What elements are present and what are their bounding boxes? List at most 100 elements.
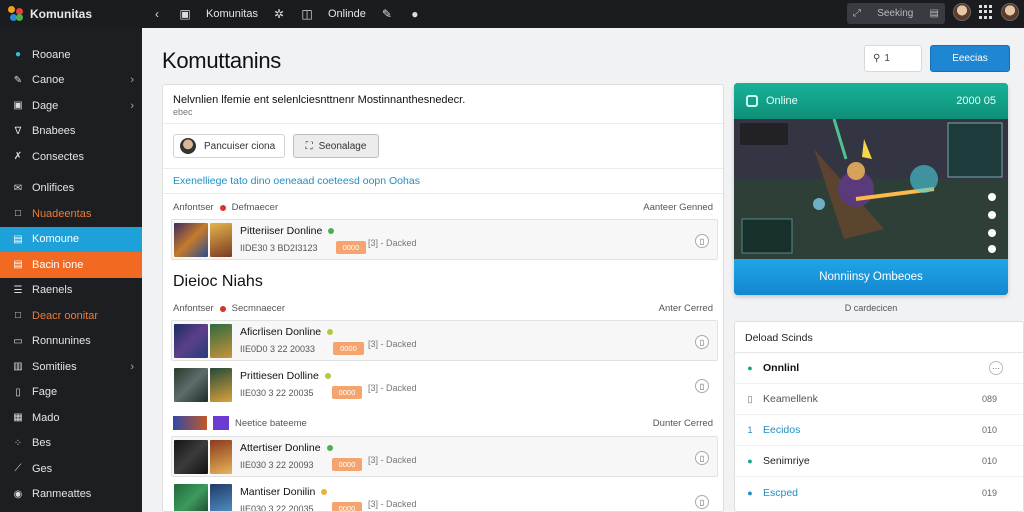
row-stat: [3] - Dacked bbox=[368, 455, 417, 465]
profile-avatar[interactable] bbox=[1001, 3, 1019, 21]
grid-icon: ▦ bbox=[13, 412, 23, 424]
pin-icon: ● bbox=[747, 487, 753, 498]
sidebar-item-deacr-oonitar[interactable]: □ Deacr oonitar bbox=[0, 303, 142, 329]
user-chip[interactable]: Pancuiser ciona bbox=[173, 134, 285, 158]
more-icon[interactable]: ⋯ bbox=[989, 361, 1003, 375]
game-thumbnail bbox=[210, 483, 232, 511]
cards-icon: ▥ bbox=[13, 361, 23, 373]
info-icon[interactable]: ● bbox=[408, 7, 422, 21]
stream-caption: D cardecicen bbox=[844, 303, 898, 313]
list-item[interactable]: ● Escped 019 bbox=[735, 477, 1023, 508]
sidebar-item-canoe[interactable]: ✎ Canoe › bbox=[0, 68, 142, 94]
brand-name: Komunitas bbox=[30, 7, 93, 21]
edit-icon[interactable]: ✎ bbox=[380, 7, 394, 21]
list-item[interactable]: ● Onnlinl ⋯ bbox=[735, 353, 1023, 384]
topnav-item[interactable]: Onlinde bbox=[328, 8, 366, 20]
row-action-icon[interactable]: ▯ bbox=[695, 234, 709, 248]
watch-stream-button[interactable]: Nonniinsy Ombeoes bbox=[734, 259, 1008, 295]
user-icon: ⛶ bbox=[305, 140, 313, 152]
list-item[interactable]: Attertiser Donline IIE030 3 22 20093 0000… bbox=[171, 436, 718, 477]
search-icon: ⚲ bbox=[873, 53, 881, 64]
search-input[interactable]: ⤢ Seeking ▤ bbox=[847, 3, 945, 24]
row-action-icon[interactable]: ▯ bbox=[695, 335, 709, 349]
sidebar-item-bnabees[interactable]: ∇ Bnabees bbox=[0, 119, 142, 145]
mail-icon: ✉ bbox=[13, 182, 23, 194]
game-thumbnail bbox=[174, 367, 208, 402]
user-avatar[interactable] bbox=[953, 3, 971, 21]
game-thumbnail bbox=[174, 439, 208, 474]
list-item[interactable]: Aficrlisen Donline IIE0D0 3 22 20033 0000… bbox=[171, 320, 718, 361]
top-nav: ‹ ▣ Komunitas ✲ ◫ Onlinde ✎ ● bbox=[142, 7, 422, 21]
status-dot-icon bbox=[327, 329, 334, 335]
game-thumbnail bbox=[210, 323, 232, 358]
row-action-icon[interactable]: ▯ bbox=[695, 451, 709, 465]
row-stat: [3] - Dacked bbox=[368, 339, 417, 349]
secondary-button[interactable]: ⛶ Seonalage bbox=[293, 134, 379, 158]
list-icon: ☰ bbox=[13, 284, 23, 296]
sidebar-item-onlifices[interactable]: ✉ Onlifices bbox=[0, 176, 142, 202]
top-bar: Komunitas ‹ ▣ Komunitas ✲ ◫ Onlinde ✎ ● … bbox=[0, 0, 1024, 28]
bug-icon[interactable]: ✲ bbox=[272, 7, 286, 21]
section-title: Dieioc Niahs bbox=[173, 273, 263, 290]
list-item[interactable]: ● Senimriye 010 bbox=[735, 446, 1023, 477]
sidebar-item-fage[interactable]: ▯ Fage bbox=[0, 380, 142, 406]
online-dot-icon: ● bbox=[747, 363, 753, 373]
chevron-right-icon: › bbox=[130, 360, 134, 373]
section-header: Anfontser Secmnaecer Anter Cerred bbox=[173, 303, 713, 314]
folder-icon: ▣ bbox=[13, 100, 23, 112]
game-thumbnail bbox=[213, 416, 229, 430]
status-list-card: Deload Scinds ● Onnlinl ⋯ ▯ Keamellenk 0… bbox=[734, 321, 1024, 512]
sidebar-item-ranmeattes[interactable]: ◉ Ranmeattes bbox=[0, 482, 142, 508]
live-header: Online 2000 05 bbox=[734, 83, 1008, 119]
list-item[interactable]: Pitteriiser Donline IIDE30 3 BD2I3123 000… bbox=[171, 219, 718, 260]
apps-grid-icon[interactable] bbox=[979, 5, 993, 19]
row-action-icon[interactable]: ▯ bbox=[695, 379, 709, 393]
row-action-icon[interactable]: ▯ bbox=[695, 495, 709, 509]
sidebar-item-nuadeentas[interactable]: □ Nuadeentas bbox=[0, 201, 142, 227]
tag-icon[interactable]: ◫ bbox=[300, 7, 314, 21]
sidebar-item-ges[interactable]: ⟋ Ges bbox=[0, 456, 142, 482]
sidebar-item-raenels[interactable]: ☰ Raenels bbox=[0, 278, 142, 304]
game-thumbnail bbox=[173, 416, 207, 430]
sidebar-item-dage[interactable]: ▣ Dage › bbox=[0, 93, 142, 119]
feed-heading: Nelvnlien lfemie ent selenlciesnttnenr M… bbox=[173, 94, 466, 106]
feed-subheading: ebec bbox=[163, 106, 723, 124]
game-thumbnail bbox=[174, 483, 208, 511]
sidebar-item-bacin-ione[interactable]: ▤ Bacin ione bbox=[0, 252, 142, 278]
sidebar-item-rooane[interactable]: ● Rooane bbox=[0, 42, 142, 68]
topnav-title[interactable]: Komunitas bbox=[206, 8, 258, 20]
row-stat: [3] - Dacked bbox=[368, 383, 417, 393]
status-dot-icon bbox=[324, 373, 331, 379]
list-item[interactable]: ▯ Keamellenk 089 bbox=[735, 384, 1023, 415]
section-header: Anfontser Defmaecer Aanteer Genned bbox=[173, 202, 713, 213]
brand[interactable]: Komunitas bbox=[0, 0, 142, 28]
page-title: Komuttanins bbox=[162, 48, 281, 73]
status-badge: 0000 bbox=[331, 502, 363, 511]
row-stat: [3] - Dacked bbox=[368, 238, 417, 248]
sidebar-item-ronnunines[interactable]: ▭ Ronnunines bbox=[0, 329, 142, 355]
filter-input[interactable]: ⚲ 1 bbox=[864, 45, 922, 72]
stream-preview[interactable] bbox=[734, 118, 1008, 259]
card-icon: ▤ bbox=[13, 259, 23, 271]
sidebar-item-komoune[interactable]: ▤ Komoune bbox=[0, 226, 142, 252]
list-item[interactable]: 1 Eecidos 010 bbox=[735, 415, 1023, 446]
square-icon: □ bbox=[14, 310, 22, 322]
list-item[interactable]: Prittiesen Dolline IIE030 3 22 20035 0000… bbox=[171, 364, 718, 405]
viewer-count: 2000 05 bbox=[956, 95, 996, 107]
status-dot-icon bbox=[326, 445, 333, 451]
primary-action-button[interactable]: Eeecias bbox=[930, 45, 1010, 72]
info-link[interactable]: Exenelliege tato dino oeneaad coeteesd o… bbox=[163, 169, 723, 194]
sidebar: ● Rooane ✎ Canoe › ▣ Dage › ∇ Bnabees ✗ Consect… bbox=[0, 28, 142, 512]
status-dot-icon bbox=[219, 204, 226, 211]
broadcast-icon bbox=[746, 95, 758, 107]
section-header: Neetice bateeme Dunter Cerred bbox=[163, 408, 723, 434]
sidebar-item-bes[interactable]: ⁘ Bes bbox=[0, 431, 142, 457]
search-placeholder: Seeking bbox=[877, 8, 914, 19]
back-icon[interactable]: ‹ bbox=[150, 7, 164, 21]
sidebar-item-somitiies[interactable]: ▥ Somitiies › bbox=[0, 354, 142, 380]
list-item[interactable]: Mantiser Donilin IIE030 3 22 20035 0000 [… bbox=[171, 480, 718, 511]
square-icon: ▯ bbox=[747, 393, 753, 404]
sidebar-item-mado[interactable]: ▦ Mado bbox=[0, 405, 142, 431]
chevron-right-icon: › bbox=[130, 99, 134, 112]
sidebar-item-consectes[interactable]: ✗ Consectes bbox=[0, 144, 142, 170]
